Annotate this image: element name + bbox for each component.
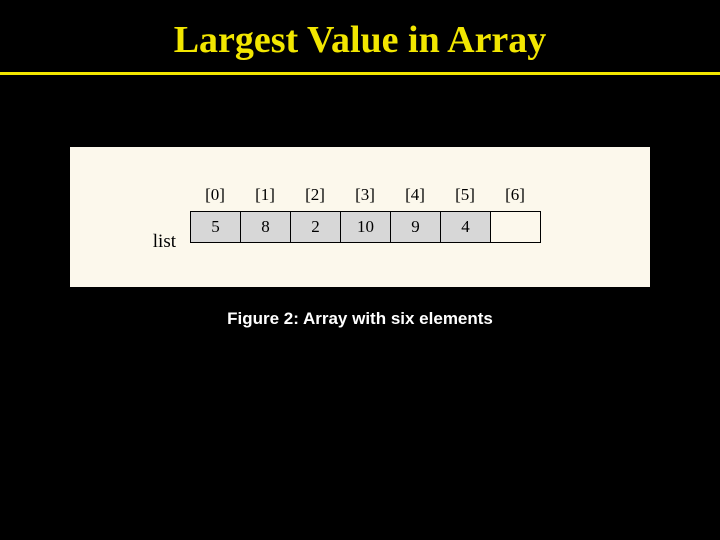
array-cells: 5 8 2 10 9 4 xyxy=(190,211,541,243)
array-cell: 5 xyxy=(191,212,241,242)
value-row: list 5 8 2 10 9 4 xyxy=(190,211,541,243)
figure-caption: Figure 2: Array with six elements xyxy=(0,309,720,329)
index-label: [5] xyxy=(440,185,490,205)
array-cell: 9 xyxy=(391,212,441,242)
index-label: [4] xyxy=(390,185,440,205)
index-row: [0] [1] [2] [3] [4] [5] [6] xyxy=(190,185,541,205)
slide: Largest Value in Array [0] [1] [2] [3] [… xyxy=(0,0,720,540)
array-cell: 2 xyxy=(291,212,341,242)
index-label: [6] xyxy=(490,185,540,205)
array-diagram: [0] [1] [2] [3] [4] [5] [6] list 5 8 2 1… xyxy=(190,185,541,243)
index-label: [2] xyxy=(290,185,340,205)
slide-title: Largest Value in Array xyxy=(0,0,720,62)
array-cell: 10 xyxy=(341,212,391,242)
figure-panel: [0] [1] [2] [3] [4] [5] [6] list 5 8 2 1… xyxy=(70,147,650,287)
array-cell: 8 xyxy=(241,212,291,242)
array-name-text: list xyxy=(153,231,176,253)
array-cell: 4 xyxy=(441,212,491,242)
array-cell-empty xyxy=(491,212,540,242)
index-label: [1] xyxy=(240,185,290,205)
index-label: [0] xyxy=(190,185,240,205)
title-rule xyxy=(0,72,720,75)
index-label: [3] xyxy=(340,185,390,205)
